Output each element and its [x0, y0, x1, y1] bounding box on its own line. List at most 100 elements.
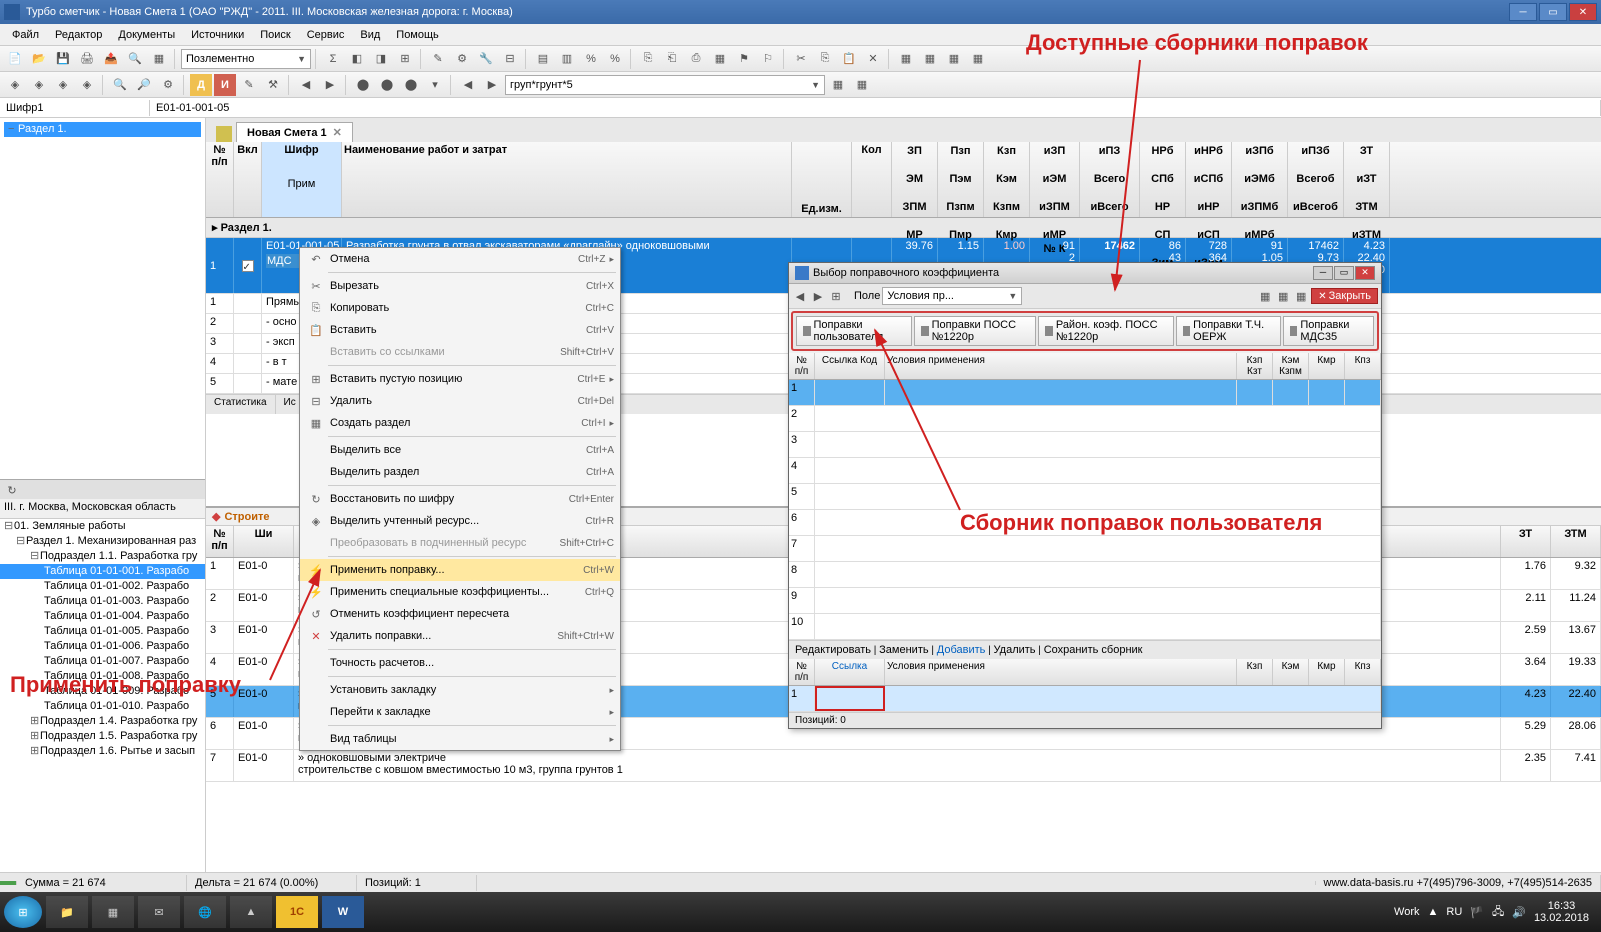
- cut-icon[interactable]: ✂: [790, 48, 812, 70]
- ctx-delcor[interactable]: ✕Удалить поправки...Shift+Ctrl+W: [300, 625, 620, 647]
- nav-16[interactable]: Подраздел 1.6. Рытье и засып: [40, 745, 195, 757]
- tool13-icon[interactable]: ▦: [709, 48, 731, 70]
- popup-edit-cell[interactable]: [815, 686, 885, 711]
- bottom-row[interactable]: 7 Е01-0 » одноковшовыми электричестроите…: [206, 750, 1601, 782]
- subtab-stats[interactable]: Статистика: [206, 395, 276, 414]
- menu-help[interactable]: Помощь: [388, 27, 447, 43]
- menu-view[interactable]: Вид: [352, 27, 388, 43]
- new-icon[interactable]: 📄: [4, 48, 26, 70]
- popup-row[interactable]: 2: [789, 406, 1381, 432]
- t2-4-icon[interactable]: ◈: [76, 74, 98, 96]
- tool6-icon[interactable]: 🔧: [475, 48, 497, 70]
- pt-4-icon[interactable]: ▦: [1257, 288, 1273, 304]
- t2-11-icon[interactable]: ⚒: [262, 74, 284, 96]
- tree-root[interactable]: Раздел 1.: [18, 123, 67, 135]
- t2-17-icon[interactable]: ▾: [424, 74, 446, 96]
- tool8-icon[interactable]: ▤: [532, 48, 554, 70]
- tool5-icon[interactable]: ⚙: [451, 48, 473, 70]
- formula-cell1[interactable]: Шифр1: [0, 100, 150, 116]
- popup-row[interactable]: 4: [789, 458, 1381, 484]
- minimize-button[interactable]: ─: [1509, 3, 1537, 21]
- tool11-icon[interactable]: ⎗: [661, 48, 683, 70]
- popup-max[interactable]: ▭: [1334, 266, 1354, 280]
- t2-14-icon[interactable]: ⬤: [352, 74, 374, 96]
- save-icon[interactable]: 💾: [52, 48, 74, 70]
- ctx-selsec[interactable]: Выделить разделCtrl+A: [300, 461, 620, 483]
- tool20-icon[interactable]: ▦: [895, 48, 917, 70]
- tool22-icon[interactable]: ▦: [943, 48, 965, 70]
- nav-3[interactable]: Таблица 01-01-001. Разрабо: [44, 565, 189, 577]
- ctx-delete[interactable]: ⊟УдалитьCtrl+Del: [300, 390, 620, 412]
- ctx-precision[interactable]: Точность расчетов...: [300, 652, 620, 674]
- next-icon[interactable]: ▶: [481, 74, 503, 96]
- nav-4[interactable]: Таблица 01-01-002. Разрабо: [44, 580, 189, 592]
- tool9-icon[interactable]: ▥: [556, 48, 578, 70]
- t2-10-icon[interactable]: ✎: [238, 74, 260, 96]
- t2-2-icon[interactable]: ◈: [28, 74, 50, 96]
- t2-13-icon[interactable]: ▶: [319, 74, 341, 96]
- t2-12-icon[interactable]: ◀: [295, 74, 317, 96]
- menu-sources[interactable]: Источники: [183, 27, 252, 43]
- ctx-applyspec[interactable]: ⚡Применить специальные коэффициенты...Ct…: [300, 581, 620, 603]
- ptab-region[interactable]: Район. коэф. ПОСС №1220р: [1038, 316, 1173, 346]
- ctx-selall[interactable]: Выделить всеCtrl+A: [300, 439, 620, 461]
- t2-6-icon[interactable]: 🔎: [133, 74, 155, 96]
- popup-save[interactable]: Сохранить сборник: [1044, 644, 1143, 656]
- t2-5-icon[interactable]: 🔍: [109, 74, 131, 96]
- print-icon[interactable]: 🖨: [76, 48, 98, 70]
- pt-1-icon[interactable]: ◀: [792, 288, 808, 304]
- tray-vol-icon[interactable]: 🔊: [1512, 906, 1526, 919]
- t2-21-icon[interactable]: ▦: [851, 74, 873, 96]
- t2-16-icon[interactable]: ⬤: [400, 74, 422, 96]
- popup-min[interactable]: ─: [1313, 266, 1333, 280]
- t2-3-icon[interactable]: ◈: [52, 74, 74, 96]
- formula-cell2[interactable]: Е01-01-001-05: [150, 100, 1601, 116]
- tool23-icon[interactable]: ▦: [967, 48, 989, 70]
- ctx-copy[interactable]: ⎘КопироватьCtrl+C: [300, 297, 620, 319]
- preview-icon[interactable]: 🔍: [124, 48, 146, 70]
- popup-row[interactable]: 6: [789, 510, 1381, 536]
- task-mail[interactable]: ✉: [138, 896, 180, 928]
- nav-10[interactable]: Таблица 01-01-008. Разрабо: [44, 670, 189, 682]
- popup-replace[interactable]: Заменить: [879, 644, 928, 656]
- ctx-paste[interactable]: 📋ВставитьCtrl+V: [300, 319, 620, 341]
- tool10-icon[interactable]: ⎘: [637, 48, 659, 70]
- percent-icon[interactable]: %: [580, 48, 602, 70]
- task-word[interactable]: W: [322, 896, 364, 928]
- popup-close-btn[interactable]: ✕ Закрыть: [1311, 288, 1378, 304]
- task-1c[interactable]: 1С: [276, 896, 318, 928]
- refresh-icon[interactable]: ↻: [4, 482, 20, 498]
- task-app[interactable]: ▦: [92, 896, 134, 928]
- mode-combo[interactable]: Позлементно▼: [181, 49, 311, 69]
- task-app2[interactable]: ▲: [230, 896, 272, 928]
- copy-icon[interactable]: ⎘: [814, 48, 836, 70]
- maximize-button[interactable]: ▭: [1539, 3, 1567, 21]
- row-checkbox[interactable]: [242, 260, 254, 272]
- menu-search[interactable]: Поиск: [252, 27, 298, 43]
- formula-combo[interactable]: груп*грунт*5▼: [505, 75, 825, 95]
- open-icon[interactable]: 📂: [28, 48, 50, 70]
- popup-row[interactable]: 5: [789, 484, 1381, 510]
- popup-row[interactable]: 3: [789, 432, 1381, 458]
- nav-5[interactable]: Таблица 01-01-003. Разрабо: [44, 595, 189, 607]
- nav-9[interactable]: Таблица 01-01-007. Разрабо: [44, 655, 189, 667]
- menu-service[interactable]: Сервис: [299, 27, 353, 43]
- ctx-viewtable[interactable]: Вид таблицы▸: [300, 728, 620, 750]
- nav-11[interactable]: Таблица 01-01-009. Разрабо: [44, 685, 189, 697]
- ctx-createsec[interactable]: ▦Создать разделCtrl+I▸: [300, 412, 620, 434]
- close-button[interactable]: ✕: [1569, 3, 1597, 21]
- nav-tree[interactable]: ⊟01. Земляные работы ⊟Раздел 1. Механизи…: [0, 519, 205, 759]
- ctx-apply[interactable]: ⚡Применить поправку...Ctrl+W: [300, 559, 620, 581]
- popup-edit-row[interactable]: 1: [789, 686, 1381, 712]
- pt-6-icon[interactable]: ▦: [1293, 288, 1309, 304]
- ctx-cancelcoef[interactable]: ↺Отменить коэффициент пересчета: [300, 603, 620, 625]
- ctx-cut[interactable]: ✂ВырезатьCtrl+X: [300, 275, 620, 297]
- ptab-tch[interactable]: Поправки Т.Ч. ОЕРЖ: [1176, 316, 1281, 346]
- popup-edit[interactable]: Редактировать: [795, 644, 871, 656]
- t2-15-icon[interactable]: ⬤: [376, 74, 398, 96]
- popup-row[interactable]: 10: [789, 614, 1381, 640]
- popup-row-1[interactable]: 1: [789, 380, 1381, 406]
- percent2-icon[interactable]: %: [604, 48, 626, 70]
- t2-20-icon[interactable]: ▦: [827, 74, 849, 96]
- ctx-undo[interactable]: ↶ОтменаCtrl+Z▸: [300, 248, 620, 270]
